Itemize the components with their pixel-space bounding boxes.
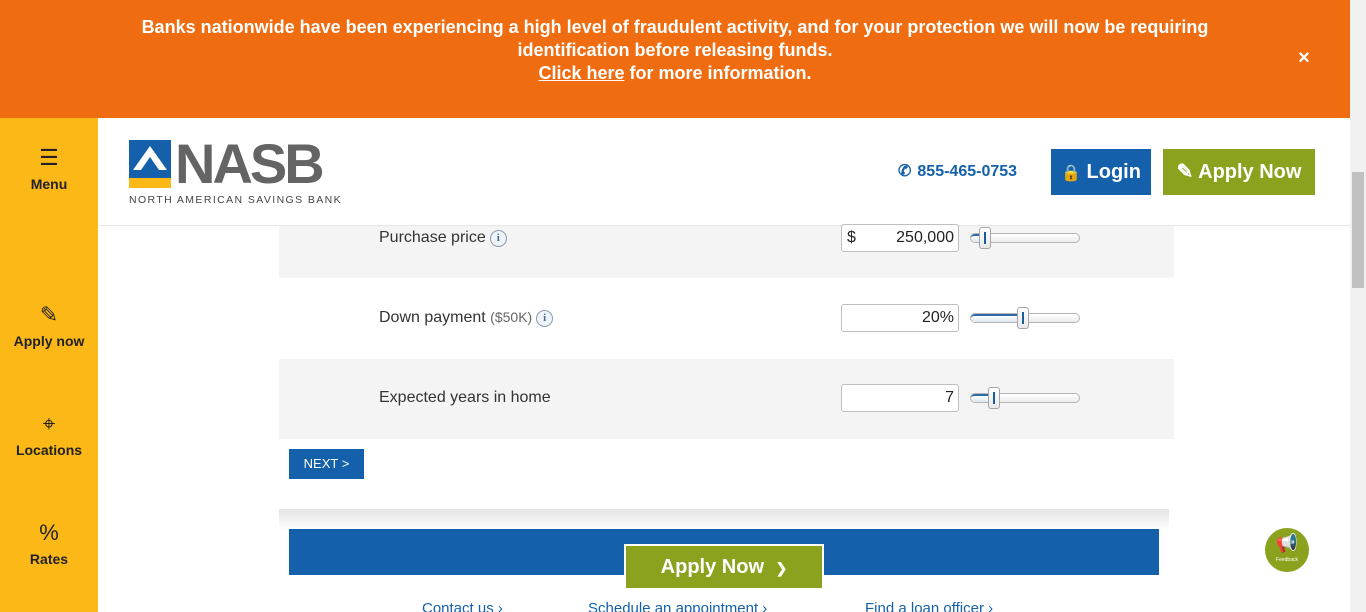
nav-item-rates[interactable]: % Rates — [0, 520, 98, 568]
map-pin-icon: ⌖ — [42, 411, 56, 436]
close-icon[interactable]: × — [1294, 48, 1314, 68]
nav-item-locations[interactable]: ⌖ Locations — [0, 411, 98, 459]
side-navigation: ☰ Menu ✎ Apply now ⌖ Locations % Rates — [0, 118, 98, 612]
apply-now-cta-label: Apply Now — [660, 556, 765, 578]
down-payment-amount-note: ($50K) — [490, 309, 533, 325]
footer-links: Contact us › Schedule an appointment › F… — [422, 600, 1082, 612]
nav-item-rates-label: Rates — [29, 551, 69, 567]
pencil-icon: ✎ — [39, 302, 59, 327]
logo-wordmark: NASB — [175, 132, 325, 195]
down-payment-slider[interactable] — [970, 307, 1080, 329]
next-button[interactable]: NEXT > — [289, 449, 364, 479]
down-payment-value: 20 — [921, 309, 940, 326]
pencil-icon: ✎ — [1176, 161, 1194, 183]
phone-link[interactable]: ✆ 855-465-0753 — [898, 161, 1017, 181]
down-payment-slider-handle[interactable] — [1017, 307, 1029, 329]
down-payment-input[interactable]: 20% — [841, 304, 959, 332]
phone-icon: ✆ — [898, 163, 912, 180]
phone-number: 855-465-0753 — [917, 163, 1018, 180]
percent-icon: % — [39, 520, 59, 545]
site-header: NASB NORTH AMERICAN SAVINGS BANK ✆ 855-46… — [98, 118, 1350, 226]
apply-now-header-button[interactable]: ✎ Apply Now — [1163, 149, 1315, 195]
apply-now-header-label: Apply Now — [1198, 161, 1302, 183]
alert-more-info-text: for more information. — [624, 63, 812, 83]
years-in-home-slider-handle[interactable] — [988, 387, 1000, 409]
down-payment-slider-fill — [971, 314, 1023, 322]
years-in-home-label: Expected years in home — [379, 389, 551, 406]
nav-item-apply-now-label: Apply now — [13, 333, 85, 349]
feedback-label: Feedback — [1276, 557, 1298, 563]
down-payment-label: Down payment ($50K) i — [379, 309, 554, 327]
alert-text-line3: Click here for more information. — [538, 63, 811, 83]
purchase-price-input[interactable]: $ 250,000 — [841, 224, 959, 252]
years-in-home-row: Expected years in home 7 — [279, 359, 1174, 439]
find-loan-officer-link[interactable]: Find a loan officer › — [865, 600, 993, 612]
fraud-alert-banner: Banks nationwide have been experiencing … — [0, 0, 1350, 118]
logo-mark-icon — [129, 140, 171, 188]
purchase-price-label-text: Purchase price — [379, 229, 486, 246]
nav-item-menu[interactable]: ☰ Menu — [0, 145, 98, 193]
nav-item-menu-label: Menu — [30, 176, 68, 192]
info-icon[interactable]: i — [489, 230, 507, 247]
megaphone-icon: 📢 — [1275, 533, 1299, 553]
percent-unit: % — [939, 309, 954, 326]
hamburger-icon: ☰ — [39, 145, 59, 170]
purchase-price-row: Purchase price i $ 250,000 — [279, 224, 1174, 278]
chevron-right-icon: ❯ — [775, 560, 788, 576]
lock-icon: 🔒 — [1061, 165, 1081, 182]
logo-tagline: NORTH AMERICAN SAVINGS BANK — [129, 194, 343, 206]
years-in-home-slider[interactable] — [970, 387, 1080, 409]
login-button-label: Login — [1086, 161, 1141, 183]
schedule-appointment-link[interactable]: Schedule an appointment › — [588, 600, 767, 612]
alert-text-line1: Banks nationwide have been experiencing … — [141, 17, 1209, 37]
page: Banks nationwide have been experiencing … — [0, 0, 1366, 612]
nasb-logo[interactable]: NASB NORTH AMERICAN SAVINGS BANK — [129, 134, 349, 206]
nav-item-apply-now[interactable]: ✎ Apply now — [0, 302, 98, 350]
section-divider — [279, 509, 1169, 531]
contact-us-link[interactable]: Contact us › — [422, 600, 503, 612]
scrollbar-thumb[interactable] — [1352, 172, 1364, 288]
years-in-home-input[interactable]: 7 — [841, 384, 959, 412]
nav-item-locations-label: Locations — [15, 442, 83, 458]
alert-text-line2: identification before releasing funds. — [517, 40, 833, 60]
purchase-price-label: Purchase price i — [379, 229, 507, 247]
apply-now-cta-button[interactable]: Apply Now ❯ — [624, 544, 824, 590]
down-payment-label-text: Down payment — [379, 309, 486, 326]
feedback-button[interactable]: 📢 Feedback — [1265, 528, 1309, 572]
purchase-price-value: 250,000 — [896, 229, 954, 246]
years-in-home-value: 7 — [945, 389, 954, 406]
purchase-price-slider[interactable] — [970, 227, 1080, 249]
purchase-price-slider-handle[interactable] — [979, 227, 991, 249]
login-button[interactable]: 🔒 Login — [1051, 149, 1151, 195]
dollar-prefix: $ — [847, 229, 856, 246]
info-icon[interactable]: i — [536, 310, 554, 327]
alert-click-here-link[interactable]: Click here — [538, 63, 624, 83]
page-scrollbar[interactable] — [1350, 0, 1366, 612]
down-payment-row: Down payment ($50K) i 20% — [279, 278, 1174, 358]
